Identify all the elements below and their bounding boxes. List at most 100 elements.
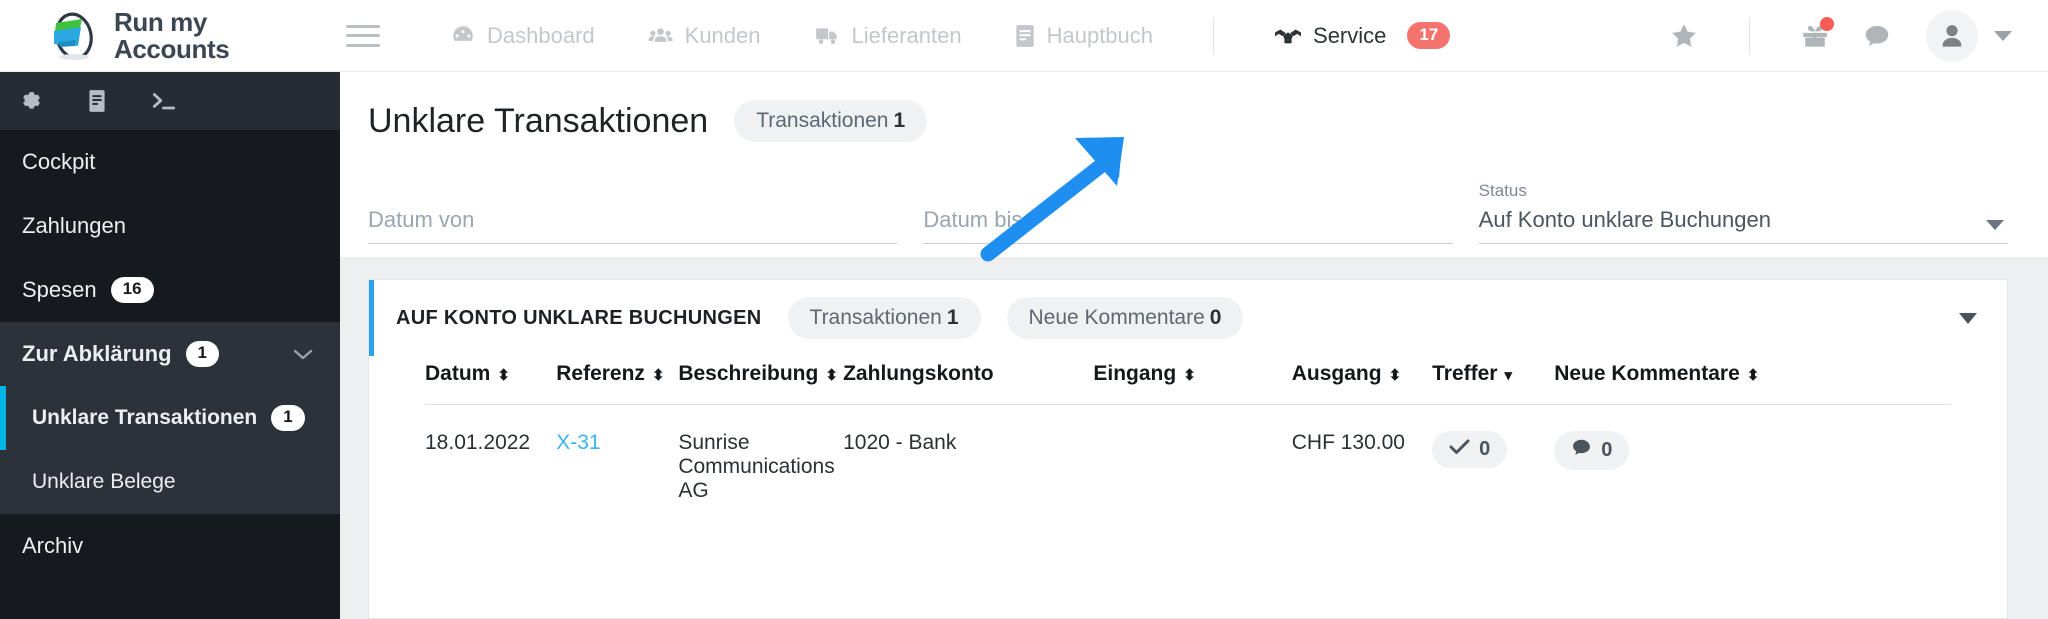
date-to-field[interactable]: Datum bis (923, 207, 1453, 252)
brand-line-1: Run my (114, 6, 207, 37)
sidebar-item-cockpit[interactable]: Cockpit (0, 130, 340, 194)
chat-icon[interactable] (1846, 5, 1908, 67)
card-transactions-pill[interactable]: Transaktionen 1 (787, 297, 981, 339)
column-header-zahlungskonto[interactable]: Zahlungskonto (843, 356, 1094, 405)
nav-item-service[interactable]: Service 17 (1248, 0, 1476, 72)
sidebar-item-spesen[interactable]: Spesen 16 (0, 258, 340, 322)
kommentare-count: 0 (1601, 439, 1613, 461)
top-right-divider (1749, 17, 1750, 54)
sidebar-label-zur-abklaerung: Zur Abklärung (22, 341, 172, 366)
sidebar-item-archiv[interactable]: Archiv (0, 514, 340, 578)
handshake-icon (1274, 24, 1302, 48)
sidebar-group-zur-abklaerung: Zur Abklärung 1 Unklare Transaktionen 1 … (0, 322, 340, 514)
field-underline (923, 243, 1453, 244)
card-collapse-chevron-down-icon[interactable] (1959, 312, 1977, 324)
card-pill1-count: 1 (946, 306, 959, 329)
column-header-datum[interactable]: Datum ⬍ (425, 356, 557, 405)
page-title: Unklare Transaktionen (368, 101, 709, 140)
treffer-count: 0 (1479, 438, 1491, 460)
date-from-field[interactable]: Datum von (368, 207, 898, 252)
column-header-ausgang[interactable]: Ausgang ⬍ (1291, 356, 1433, 405)
page-title-transactions-pill[interactable]: Transaktionen 1 (734, 100, 928, 142)
gift-notification-dot (1820, 16, 1834, 31)
treffer-badge[interactable]: 0 (1432, 431, 1508, 468)
cell-ausgang: CHF 130.00 (1291, 431, 1405, 454)
nav-label-service: Service (1313, 22, 1387, 48)
card-title: AUF KONTO UNKLARE BUCHUNGEN (396, 306, 762, 329)
check-icon (1449, 438, 1470, 461)
app-window: Run my Accounts Dashboard Kunden Liefera… (0, 0, 2048, 619)
date-from-placeholder: Datum von (368, 207, 475, 232)
sidebar-label-unklare-belege: Unklare Belege (32, 470, 176, 493)
sort-icon-both: ⬍ (1183, 367, 1196, 384)
table-row[interactable]: 18.01.2022 X-31 Sunrise Communications A… (425, 405, 1951, 504)
card-header[interactable]: AUF KONTO UNKLARE BUCHUNGEN Transaktione… (369, 280, 2007, 356)
brand-logo[interactable]: Run my Accounts (0, 9, 340, 62)
gift-icon[interactable] (1784, 5, 1846, 67)
user-menu-chevron-down-icon[interactable] (1994, 30, 2012, 41)
avatar[interactable] (1926, 9, 1978, 62)
reference-link[interactable]: X-31 (556, 431, 600, 454)
card-pill2-label: Neue Kommentare (1028, 306, 1205, 329)
nav-item-kunden[interactable]: Kunden (621, 0, 787, 72)
dashboard-icon (450, 23, 476, 49)
star-icon[interactable] (1653, 5, 1715, 67)
page-pill-count: 1 (893, 109, 906, 132)
sidebar-badge-spesen: 16 (110, 277, 154, 303)
nav-label-dashboard: Dashboard (487, 22, 595, 48)
sidebar-label-spesen: Spesen (22, 277, 97, 302)
brand-name: Run my Accounts (114, 6, 230, 64)
sidebar-label-cockpit: Cockpit (22, 149, 96, 174)
sidebar-item-unklare-transaktionen[interactable]: Unklare Transaktionen 1 (0, 386, 340, 450)
sidebar-item-zahlungen[interactable]: Zahlungen (0, 194, 340, 258)
card-pill2-count: 0 (1209, 306, 1222, 329)
status-select[interactable]: Status Auf Konto unklare Buchungen (1478, 181, 2008, 252)
sidebar-item-unklare-belege[interactable]: Unklare Belege (0, 450, 340, 514)
sidebar-item-zur-abklaerung[interactable]: Zur Abklärung 1 (0, 322, 340, 386)
service-badge: 17 (1407, 22, 1451, 49)
nav-item-hauptbuch[interactable]: Hauptbuch (988, 0, 1179, 72)
brand-line-2: Accounts (114, 33, 230, 64)
hamburger-icon[interactable] (346, 24, 380, 47)
column-header-beschreibung[interactable]: Beschreibung ⬍ (678, 356, 844, 405)
column-header-treffer[interactable]: Treffer ▾ (1432, 356, 1555, 405)
hamburger-bar (346, 24, 380, 28)
kommentare-badge[interactable]: 0 (1554, 431, 1630, 470)
sort-icon-both: ⬍ (825, 367, 838, 384)
main-nav-items: Dashboard Kunden Lieferanten Hauptbuch S… (424, 0, 1476, 72)
sidebar-badge-unklare-transaktionen: 1 (271, 405, 305, 431)
status-value: Auf Konto unklare Buchungen (1478, 207, 1771, 232)
column-header-referenz[interactable]: Referenz ⬍ (556, 356, 679, 405)
content-area: AUF KONTO UNKLARE BUCHUNGEN Transaktione… (340, 257, 2048, 619)
status-label: Status (1478, 181, 1527, 200)
status-chevron-down-icon[interactable] (1985, 220, 2004, 230)
hamburger-bar (346, 34, 380, 37)
chevron-down-icon[interactable] (292, 341, 314, 367)
page-header: Unklare Transaktionen Transaktionen 1 (340, 72, 2048, 170)
cell-zahlungskonto: 1020 - Bank (843, 431, 957, 454)
sidebar-label-unklare-transaktionen: Unklare Transaktionen (32, 406, 258, 429)
column-label: Neue Kommentare (1554, 362, 1740, 385)
column-label: Zahlungskonto (843, 362, 994, 385)
transactions-table: Datum ⬍ Referenz ⬍ Beschreibung ⬍ Zahlungsk… (425, 356, 1951, 503)
book-icon (1014, 23, 1036, 49)
nav-item-lieferanten[interactable]: Lieferanten (787, 0, 988, 72)
page-pill-label: Transaktionen (756, 109, 889, 132)
sort-icon-desc: ▾ (1504, 367, 1513, 384)
terminal-icon[interactable] (150, 89, 178, 113)
top-navigation-bar: Run my Accounts Dashboard Kunden Liefera… (0, 0, 2048, 72)
cell-eingang (1093, 405, 1291, 504)
column-label: Datum (425, 362, 491, 385)
card-comments-pill[interactable]: Neue Kommentare 0 (1006, 297, 1244, 339)
column-label: Treffer (1432, 362, 1498, 385)
column-header-eingang[interactable]: Eingang ⬍ (1093, 356, 1292, 405)
column-header-neue-kommentare[interactable]: Neue Kommentare ⬍ (1554, 356, 1951, 405)
nav-item-dashboard[interactable]: Dashboard (424, 0, 621, 72)
main-content: Unklare Transaktionen Transaktionen 1 Dat… (340, 72, 2048, 619)
cell-treffer: 0 (1432, 405, 1554, 504)
cell-referenz[interactable]: X-31 (556, 405, 678, 504)
cell-neue-kommentare: 0 (1554, 405, 1951, 504)
gear-icon[interactable] (18, 88, 44, 114)
book-icon[interactable] (86, 88, 108, 114)
date-to-placeholder: Datum bis (923, 207, 1023, 232)
